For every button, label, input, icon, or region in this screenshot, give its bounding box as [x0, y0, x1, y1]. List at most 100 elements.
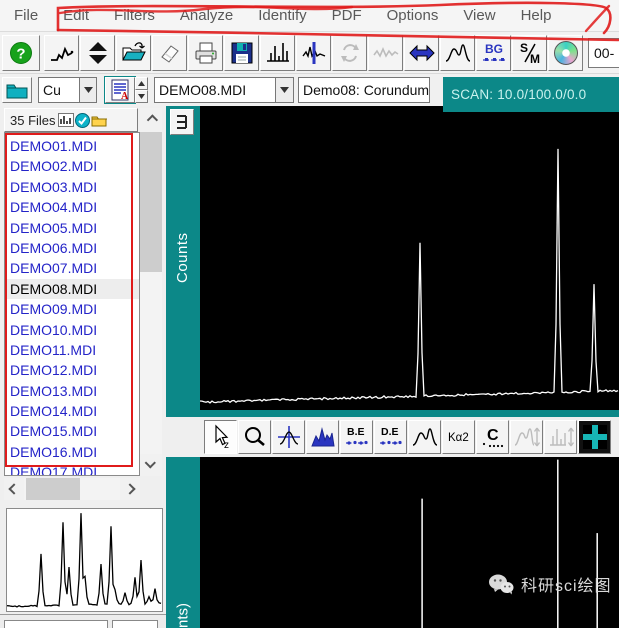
- file-item[interactable]: DEMO02.MDI: [5, 156, 139, 176]
- stick-scale-button[interactable]: [544, 420, 577, 454]
- sm-icon: S M: [517, 40, 543, 66]
- area-peaks-button[interactable]: [306, 420, 339, 454]
- menu-edit[interactable]: Edit: [63, 7, 89, 24]
- peak-crosshair-icon: [276, 424, 302, 450]
- scroll-right-button[interactable]: [120, 478, 140, 500]
- scroll-left-button[interactable]: [4, 478, 24, 500]
- files-header-button[interactable]: 35 Files: [4, 108, 138, 132]
- zoomed-pattern-chart[interactable]: [200, 457, 619, 628]
- spin-up-button[interactable]: [135, 77, 148, 90]
- file-item[interactable]: DEMO11.MDI: [5, 340, 139, 360]
- folder-button[interactable]: [2, 77, 32, 103]
- panel-handle-button[interactable]: [170, 109, 194, 135]
- trace-button[interactable]: [368, 35, 403, 71]
- file-item-partial[interactable]: DEMO17.MDI: [5, 462, 139, 476]
- peaks-updown-icon: [514, 424, 540, 450]
- menu-pdf[interactable]: PDF: [332, 7, 362, 24]
- menu-options[interactable]: Options: [387, 7, 439, 24]
- diffraction-edit-button[interactable]: D.E: [374, 420, 407, 454]
- background-button[interactable]: BG: [476, 35, 511, 71]
- vertical-scrollbar-thumb[interactable]: [140, 132, 162, 272]
- menu-file[interactable]: File: [14, 7, 38, 24]
- thumbnail-plot[interactable]: [6, 508, 163, 612]
- cd-database-button[interactable]: [548, 35, 583, 71]
- pan-button[interactable]: [404, 35, 439, 71]
- file-item[interactable]: DEMO07.MDI: [5, 258, 139, 278]
- cycle-button[interactable]: [332, 35, 367, 71]
- svg-text:A: A: [121, 91, 129, 101]
- ka2-strip-button[interactable]: Kα2: [442, 420, 475, 454]
- chevron-left-icon: [8, 483, 19, 494]
- anode-field[interactable]: Cu: [38, 77, 80, 103]
- menu-filters[interactable]: Filters: [114, 7, 155, 24]
- file-item[interactable]: DEMO09.MDI: [5, 299, 139, 319]
- chevron-down-icon: [280, 87, 289, 93]
- file-item[interactable]: DEMO01.MDI: [5, 136, 139, 156]
- file-item[interactable]: DEMO14.MDI: [5, 401, 139, 421]
- retrieve-button[interactable]: [44, 35, 79, 71]
- svg-text:BG: BG: [485, 42, 503, 56]
- smooth-button[interactable]: S M: [512, 35, 547, 71]
- anode-dropdown-button[interactable]: [80, 77, 97, 103]
- triangle-up-icon: [138, 81, 145, 86]
- peak-cursor-button[interactable]: [272, 420, 305, 454]
- spin-down-button[interactable]: [135, 90, 148, 103]
- menu-analyze[interactable]: Analyze: [180, 7, 233, 24]
- help-button[interactable]: ?: [2, 35, 40, 71]
- horizontal-scrollbar-thumb[interactable]: [26, 478, 80, 500]
- sort-button[interactable]: [80, 35, 115, 71]
- profile-cursor-icon: [301, 40, 327, 66]
- print-button[interactable]: [188, 35, 223, 71]
- file-item[interactable]: DEMO13.MDI: [5, 381, 139, 401]
- file-item-selected[interactable]: DEMO08.MDI: [5, 279, 139, 299]
- bottom-field-stub[interactable]: [112, 620, 158, 628]
- report-button[interactable]: A: [105, 77, 135, 103]
- overlay-peaks-button[interactable]: [440, 35, 475, 71]
- file-item[interactable]: DEMO15.MDI: [5, 421, 139, 441]
- open-file-button[interactable]: [116, 35, 151, 71]
- open-folder-icon: [121, 40, 147, 66]
- triangle-down-icon: [138, 94, 145, 99]
- file-item[interactable]: DEMO12.MDI: [5, 360, 139, 380]
- ka2-icon: Kα2: [446, 424, 472, 450]
- upper-y-axis-label: Counts: [166, 106, 200, 410]
- menu-view[interactable]: View: [463, 7, 495, 24]
- cursor-z-button[interactable]: z: [204, 420, 237, 454]
- background-edit-button[interactable]: B.E: [340, 420, 373, 454]
- scan-id-field[interactable]: Demo08: Corundum: [298, 77, 430, 103]
- svg-text:B.E: B.E: [347, 426, 365, 438]
- file-listbox[interactable]: DEMO01.MDI DEMO02.MDI DEMO03.MDI DEMO04.…: [4, 132, 140, 476]
- file-item[interactable]: DEMO16.MDI: [5, 442, 139, 462]
- file-item[interactable]: DEMO10.MDI: [5, 320, 139, 340]
- cd-disc-icon: [554, 41, 578, 65]
- zoom-button[interactable]: [238, 420, 271, 454]
- scroll-down-button[interactable]: [140, 454, 162, 476]
- file-item[interactable]: DEMO03.MDI: [5, 177, 139, 197]
- menu-help[interactable]: Help: [521, 7, 552, 24]
- peak-scale-button[interactable]: [510, 420, 543, 454]
- svg-text:C: C: [487, 427, 499, 444]
- retrieve-icon: [49, 40, 75, 66]
- vertical-scrollbar-track[interactable]: [140, 132, 162, 454]
- main-toolbar: ?: [0, 32, 619, 74]
- pdf-number-field[interactable]: 00-: [588, 38, 619, 68]
- file-combo-dropdown[interactable]: [276, 77, 294, 103]
- profile-peaks-button[interactable]: [408, 420, 441, 454]
- file-item[interactable]: DEMO06.MDI: [5, 238, 139, 258]
- erase-button[interactable]: [152, 35, 187, 71]
- file-item[interactable]: DEMO04.MDI: [5, 197, 139, 217]
- profile-fit-button[interactable]: [296, 35, 331, 71]
- calibrate-button[interactable]: C: [476, 420, 509, 454]
- bottom-field-stub[interactable]: [4, 620, 108, 628]
- crosshair-grid-button[interactable]: [578, 420, 611, 454]
- peak-labels-button[interactable]: [260, 35, 295, 71]
- save-button[interactable]: [224, 35, 259, 71]
- file-item[interactable]: DEMO05.MDI: [5, 218, 139, 238]
- menu-identify[interactable]: Identify: [258, 7, 306, 24]
- horizontal-scrollbar[interactable]: [4, 478, 140, 500]
- bottom-strip: [0, 614, 166, 628]
- scroll-up-button[interactable]: [140, 108, 162, 132]
- svg-text:M: M: [530, 52, 540, 66]
- main-pattern-chart[interactable]: [200, 106, 619, 410]
- file-combo-field[interactable]: DEMO08.MDI: [154, 77, 276, 103]
